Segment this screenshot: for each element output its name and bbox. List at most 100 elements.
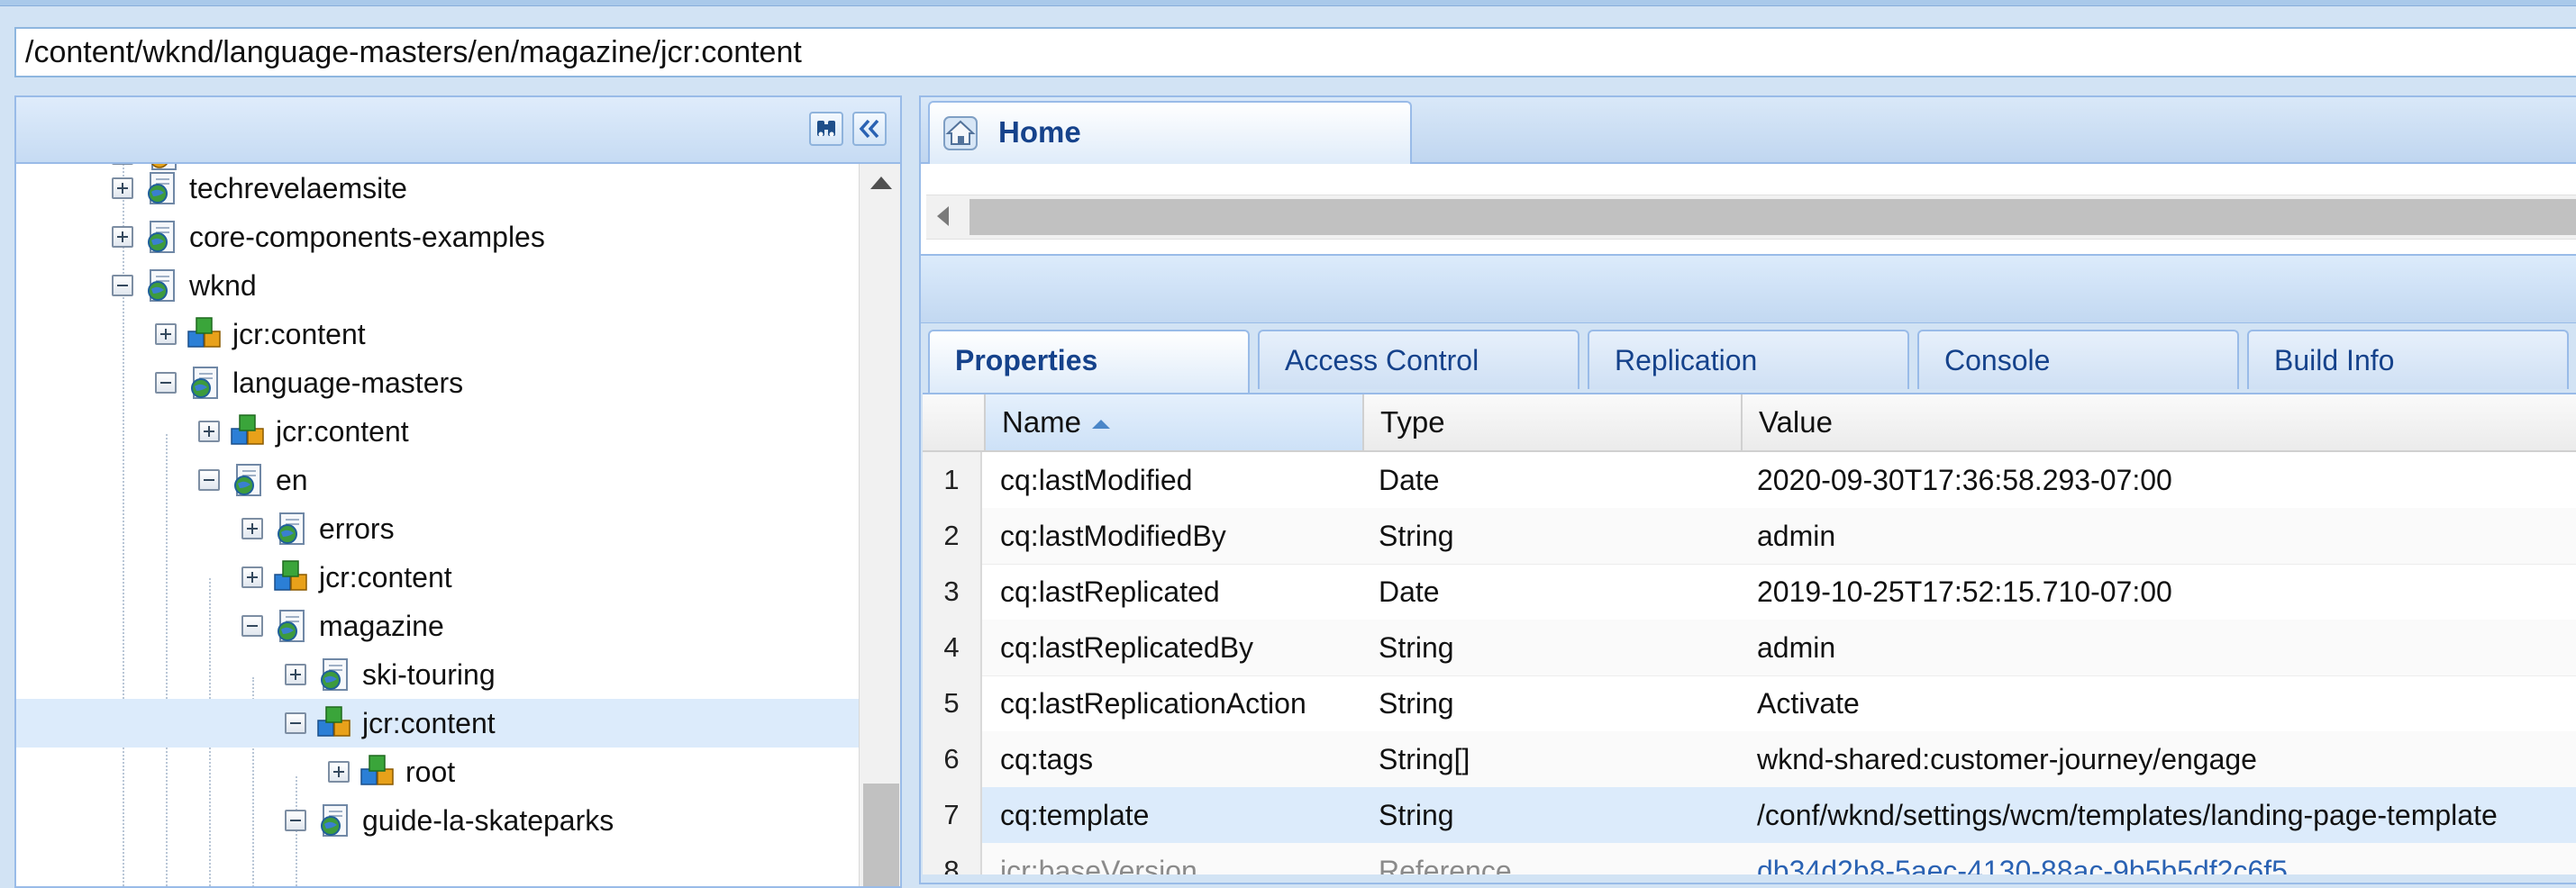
property-name-cell[interactable]: cq:lastModifiedBy (1000, 508, 1226, 564)
tree-node-label: root (405, 756, 456, 788)
property-value-cell[interactable]: admin (1757, 508, 1835, 564)
row-number-cell: 5 (923, 675, 982, 731)
property-value-cell[interactable]: 2019-10-25T17:52:15.710-07:00 (1757, 564, 2172, 620)
tree-node[interactable]: jcr:content (16, 553, 859, 602)
tree-node[interactable]: core-components-examples (16, 213, 859, 261)
tree-node-label: wknd (189, 269, 257, 302)
property-value-cell[interactable]: /conf/wknd/settings/wcm/templates/landin… (1757, 787, 2498, 843)
property-value-cell[interactable]: 2020-09-30T17:36:58.293-07:00 (1757, 452, 2172, 508)
tree-node[interactable]: magazine (16, 602, 859, 650)
property-type-cell[interactable]: String[] (1379, 731, 1470, 787)
collapse-toggle-icon[interactable] (285, 712, 306, 734)
tab-console[interactable]: Console (1917, 330, 2239, 389)
property-value-cell[interactable]: Activate (1757, 675, 1860, 731)
content-node-icon (274, 560, 307, 591)
column-header-name[interactable]: Name (986, 394, 1364, 450)
content-node-icon (231, 414, 264, 445)
property-value-cell[interactable]: admin (1757, 620, 1835, 675)
row-number-cell: 7 (923, 787, 982, 843)
repository-tree-panel: techrevelaemsite core-components-examples… (14, 95, 902, 888)
property-name-cell[interactable]: cq:lastReplicated (1000, 564, 1220, 620)
property-type-cell[interactable]: String (1379, 620, 1454, 675)
tree-node[interactable]: errors (16, 504, 859, 553)
property-type-cell[interactable]: String (1379, 508, 1454, 564)
expand-toggle-icon[interactable] (241, 566, 263, 588)
properties-grid: Name Type Value 1 cq:lastModified Date 2020… (923, 393, 2576, 874)
expand-toggle-icon[interactable] (112, 177, 133, 199)
expand-toggle-icon[interactable] (198, 421, 220, 442)
horizontal-scrollbar[interactable] (926, 195, 2576, 240)
page-node-icon (148, 221, 175, 253)
property-name-cell[interactable]: cq:lastReplicatedBy (1000, 620, 1253, 675)
property-type-cell[interactable]: Date (1379, 452, 1440, 508)
table-row[interactable]: 5 cq:lastReplicationAction String Activate (923, 675, 2576, 732)
tree-node-label: techrevelaemsite (189, 172, 407, 204)
expand-toggle-icon[interactable] (155, 323, 177, 345)
property-value-cell[interactable]: wknd-shared:customer-journey/engage (1757, 731, 2257, 787)
tree-node-label: core-components-examples (189, 221, 545, 253)
property-type-cell[interactable]: String (1379, 675, 1454, 731)
collapse-toggle-icon[interactable] (241, 615, 263, 637)
table-row[interactable]: 4 cq:lastReplicatedBy String admin (923, 620, 2576, 676)
property-value-cell[interactable]: db34d2b8-5aec-4130-88ac-9b5b5df2c6f5 (1757, 843, 2288, 874)
tree-vertical-scrollbar[interactable] (859, 164, 900, 886)
table-row[interactable]: 8 jcr:baseVersion Reference db34d2b8-5aec-4… (923, 843, 2576, 874)
tree-node[interactable]: root (16, 748, 859, 796)
property-name-cell[interactable]: cq:lastModified (1000, 452, 1192, 508)
tree-node[interactable]: language-masters (16, 358, 859, 407)
tree-node-label: jcr:content (319, 561, 452, 594)
tab-replication[interactable]: Replication (1588, 330, 1909, 389)
top-strip (0, 0, 2576, 6)
property-name-cell[interactable]: cq:tags (1000, 731, 1093, 787)
tree-node[interactable]: wknd (16, 261, 859, 310)
tab-properties[interactable]: Properties (928, 330, 1250, 393)
expand-toggle-icon[interactable] (328, 761, 350, 783)
table-row[interactable]: 2 cq:lastModifiedBy String admin (923, 508, 2576, 565)
property-name-cell[interactable]: cq:lastReplicationAction (1000, 675, 1306, 731)
tree-node-label: jcr:content (232, 318, 366, 350)
page-node-icon (234, 464, 261, 496)
tree-node-label: ski-touring (362, 658, 496, 691)
table-row[interactable]: 7 cq:template String/conf/wknd/settings/wc… (923, 787, 2576, 844)
table-row[interactable]: 1 cq:lastModified Date 2020-09-30T17:36:58.… (923, 452, 2576, 509)
expand-toggle-icon[interactable] (285, 664, 306, 685)
collapse-toggle-icon[interactable] (198, 469, 220, 491)
row-number-cell: 6 (923, 731, 982, 787)
table-row[interactable]: 6 cq:tags String[] wknd-shared:customer-jou… (923, 731, 2576, 788)
row-number-header (923, 394, 986, 450)
expand-toggle-icon[interactable] (112, 226, 133, 248)
property-type-cell[interactable]: String (1379, 787, 1454, 843)
tab-build-info[interactable]: Build Info (2247, 330, 2569, 389)
tree-node[interactable]: guide-la-skateparks (16, 796, 859, 845)
tree-node[interactable]: techrevelaemsite (16, 164, 859, 213)
home-tab-label: Home (998, 115, 1081, 149)
path-field[interactable]: /content/wknd/language-masters/en/magazi… (14, 27, 2576, 77)
find-button[interactable] (809, 112, 843, 146)
column-header-value[interactable]: Value (1743, 394, 2576, 450)
tab-access-control[interactable]: Access Control (1258, 330, 1579, 389)
collapse-toggle-icon[interactable] (112, 275, 133, 296)
tree-node[interactable]: jcr:content (16, 699, 859, 748)
property-name-cell[interactable]: jcr:baseVersion (1000, 843, 1197, 874)
page-node-icon (321, 804, 348, 837)
collapse-panel-button[interactable] (852, 112, 887, 146)
property-name-cell[interactable]: cq:template (1000, 787, 1149, 843)
expand-toggle-icon[interactable] (241, 518, 263, 539)
property-type-cell[interactable]: Date (1379, 564, 1440, 620)
tab-home[interactable]: Home (928, 101, 1412, 166)
tree-node[interactable]: ski-touring (16, 650, 859, 699)
scrollbar-thumb[interactable] (969, 199, 2576, 235)
property-type-cell[interactable]: Reference (1379, 843, 1512, 874)
tree-node[interactable]: jcr:content (16, 407, 859, 456)
collapse-toggle-icon[interactable] (285, 810, 306, 831)
table-row[interactable]: 3 cq:lastReplicated Date 2019-10-25T17:52:1… (923, 564, 2576, 621)
tree-node[interactable]: jcr:content (16, 310, 859, 358)
collapse-toggle-icon[interactable] (155, 372, 177, 394)
scroll-up-arrow-icon[interactable] (870, 177, 892, 189)
home-icon (943, 116, 978, 150)
column-header-type[interactable]: Type (1364, 394, 1743, 450)
scroll-left-arrow-icon[interactable] (937, 206, 949, 226)
tree-panel-header (16, 97, 900, 164)
content-node-icon (317, 706, 350, 737)
tree-node[interactable]: en (16, 456, 859, 504)
